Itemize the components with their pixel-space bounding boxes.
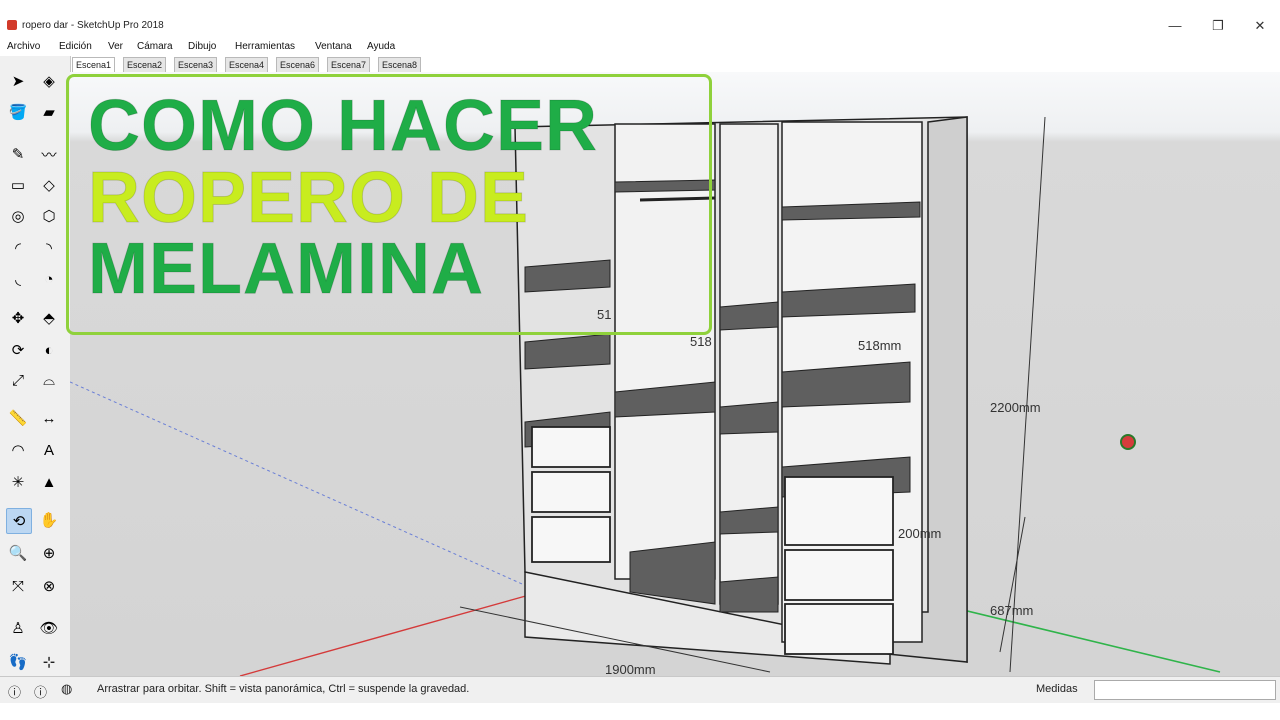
overlay-line-3: MELAMINA [88,229,484,309]
orbit-cursor-icon [1120,434,1136,450]
blue-axis [70,381,541,593]
previous-view-tool-icon[interactable]: ⊗ [37,574,61,598]
protractor-tool-icon[interactable]: ◠ [6,438,30,462]
measurements-input[interactable] [1094,680,1276,700]
orbit-tool-icon[interactable]: ⟲ [6,508,32,534]
paint-bucket-tool-icon[interactable]: 🪣 [6,100,30,124]
scene-tab-2[interactable]: Escena2 [123,57,167,73]
three-point-arc-tool-icon[interactable]: ◟ [6,267,30,291]
look-around-tool-icon[interactable]: 👁 [37,616,61,640]
tool-palette: ➤ ◈ 🪣 ▰ ✎ 〰 ▭ ◇ ◎ ⬡ ◜ ◝ ◟ ◔ ✥ ⬘ ⟳ ◐ ⤢ ⌓ 📏 ↔ ◠ A ✳ ▲ ⟲ ✋ 🔍 ⊕ ⤧ ⊗ ♙ 👁 👣 ⊹ [0,56,71,676]
title-bar: ropero dar - SketchUp Pro 2018 — ❐ ✕ [0,14,1280,38]
menu-ventana[interactable]: Ventana [315,41,352,52]
credits-icon[interactable]: ⓘ [34,682,47,701]
depth-dimension-label-b: 518 [690,334,712,349]
position-camera-tool-icon[interactable]: ♙ [6,616,30,640]
red-axis [239,591,541,676]
status-bar: ⓘ ⓘ ◍ Arrastrar para orbitar. Shift = vi… [0,676,1280,703]
rotated-rectangle-tool-icon[interactable]: ◇ [37,173,61,197]
green-axis [929,601,1221,673]
line-tool-icon[interactable]: ✎ [6,142,30,166]
user-icon[interactable]: ◍ [61,681,72,697]
circle-tool-icon[interactable]: ◎ [6,204,30,228]
scene-tab-8[interactable]: Escena8 [378,57,422,73]
width-dimension-label: 1900mm [605,662,656,676]
drawer-dimension-label-a: 200mm [898,526,942,541]
overlay-line-1: COMO HACER [88,86,598,166]
menu-herramientas[interactable]: Herramientas [235,41,295,52]
menu-archivo[interactable]: Archivo [7,41,40,52]
rotate-tool-icon[interactable]: ⟳ [6,338,30,362]
scene-tab-4[interactable]: Escena4 [225,57,269,73]
push-pull-tool-icon[interactable]: ⬘ [37,306,61,330]
menu-edicion[interactable]: Edición [59,41,92,52]
height-dimension-line [1009,116,1046,673]
select-tool-icon[interactable]: ➤ [6,69,30,93]
section-plane-tool-icon[interactable]: ⊹ [37,650,61,674]
rectangle-tool-icon[interactable]: ▭ [6,173,30,197]
sketchup-app-icon [7,20,17,30]
follow-me-tool-icon[interactable]: ◐ [37,338,61,362]
menu-ver[interactable]: Ver [108,41,123,52]
pan-tool-icon[interactable]: ✋ [37,508,61,532]
scene-tab-3[interactable]: Escena3 [174,57,218,73]
maximize-button[interactable]: ❐ [1198,16,1238,36]
axes-tool-icon[interactable]: ✳ [6,470,30,494]
component-tool-icon[interactable]: ◈ [37,69,61,93]
zoom-extents-tool-icon[interactable]: ⤧ [6,574,30,598]
drawer-dimension-label-b: 687mm [990,603,1034,618]
height-dimension-label: 2200mm [990,400,1041,415]
menu-dibujo[interactable]: Dibujo [188,41,216,52]
text-tool-icon[interactable]: A [37,438,61,462]
menu-ayuda[interactable]: Ayuda [367,41,395,52]
status-message: Arrastrar para orbitar. Shift = vista pa… [97,683,470,695]
dimension-tool-icon[interactable]: ↔ [37,406,61,430]
arc-tool-icon[interactable]: ◜ [6,236,30,260]
freehand-tool-icon[interactable]: 〰 [37,142,61,166]
depth-dimension-label-a: 518mm [858,338,902,353]
scale-tool-icon[interactable]: ⤢ [6,368,30,392]
polygon-tool-icon[interactable]: ⬡ [37,204,61,228]
zoom-window-tool-icon[interactable]: ⊕ [37,541,61,565]
menu-camara[interactable]: Cámara [137,41,173,52]
scene-tab-6[interactable]: Escena6 [276,57,320,73]
minimize-button[interactable]: — [1155,16,1195,36]
scene-tab-7[interactable]: Escena7 [327,57,371,73]
offset-tool-icon[interactable]: ⌓ [37,368,61,392]
move-tool-icon[interactable]: ✥ [6,306,30,330]
two-point-arc-tool-icon[interactable]: ◝ [37,236,61,260]
sketchup-window: ropero dar - SketchUp Pro 2018 — ❐ ✕ Arc… [0,0,1280,720]
close-button[interactable]: ✕ [1240,16,1280,36]
overlay-line-2: ROPERO DE [87,158,530,238]
geo-location-icon[interactable]: ⓘ [8,682,21,701]
eraser-tool-icon[interactable]: ▰ [37,100,61,124]
tape-measure-tool-icon[interactable]: 📏 [6,406,30,430]
pie-tool-icon[interactable]: ◔ [37,267,61,291]
measurements-label: Medidas [1036,683,1078,695]
window-title: ropero dar - SketchUp Pro 2018 [22,20,164,31]
3d-text-tool-icon[interactable]: ▲ [37,470,61,494]
menu-bar: Archivo Edición Ver Cámara Dibujo Herram… [0,38,1280,56]
scene-tab-1[interactable]: Escena1 [72,57,116,73]
walk-tool-icon[interactable]: 👣 [6,650,30,674]
zoom-tool-icon[interactable]: 🔍 [6,541,30,565]
